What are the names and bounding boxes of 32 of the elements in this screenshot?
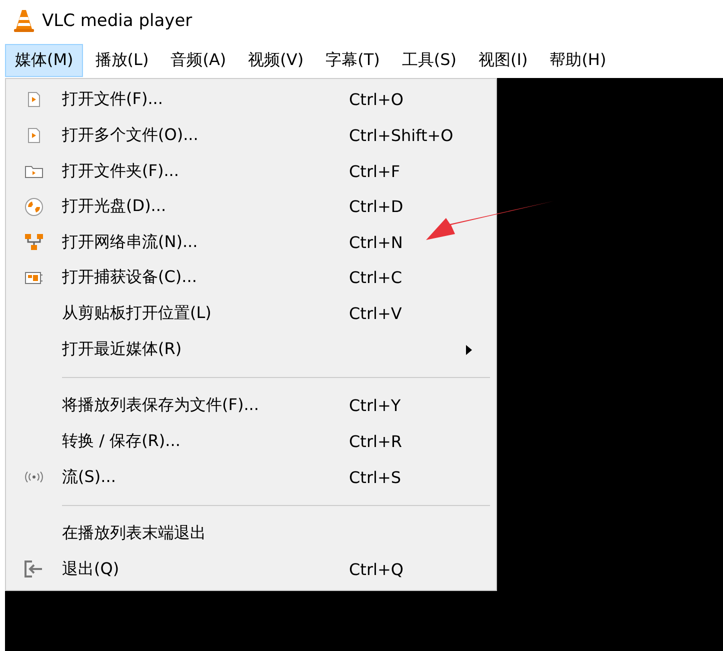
menu-item[interactable]: 转换 / 保存(R)... Ctrl+R <box>6 424 496 460</box>
capture-card-icon <box>24 270 44 286</box>
network-icon <box>24 233 44 252</box>
menu-item[interactable]: 打开文件(F)... Ctrl+O <box>6 82 496 118</box>
menu-item[interactable]: 从剪贴板打开位置(L) Ctrl+V <box>6 296 496 332</box>
menu-bar-item[interactable]: 字幕(T) <box>316 44 390 76</box>
menu-bar-item[interactable]: 音频(A) <box>160 44 236 76</box>
file-icon <box>27 91 41 108</box>
disc-icon <box>24 196 44 217</box>
menu-bar-item[interactable]: 视频(V) <box>238 44 314 76</box>
menu-item[interactable]: 打开最近媒体(R) <box>6 331 496 367</box>
menu-bar-item[interactable]: 工具(S) <box>392 44 466 76</box>
menu-item[interactable]: 打开光盘(D)... Ctrl+D <box>6 188 496 224</box>
menu-item[interactable]: 打开文件夹(F)... Ctrl+F <box>6 153 496 189</box>
folder-icon <box>24 164 44 179</box>
menu-bar-item[interactable]: 媒体(M) <box>5 44 84 76</box>
submenu-arrow-icon <box>466 344 472 355</box>
menu-item[interactable]: 退出(Q) Ctrl+Q <box>6 551 496 588</box>
menu-item[interactable]: 打开捕获设备(C)... Ctrl+C <box>6 260 496 296</box>
file-icon <box>27 126 41 144</box>
menu-bar-item[interactable]: 视图(I) <box>468 44 538 76</box>
menu-item[interactable]: 打开多个文件(O)... Ctrl+Shift+O <box>6 118 496 154</box>
menu-item[interactable]: 打开网络串流(N)... Ctrl+N <box>6 224 496 260</box>
exit-icon <box>24 560 44 578</box>
window-title: VLC media player <box>42 11 192 31</box>
menu-item[interactable]: 流(S)... Ctrl+S <box>6 459 496 495</box>
menu-bar-item[interactable]: 帮助(H) <box>540 44 616 76</box>
menu-item[interactable]: 将播放列表保存为文件(F)... Ctrl+Y <box>6 388 496 424</box>
broadcast-icon <box>23 471 45 484</box>
traffic-cone-icon <box>14 9 34 33</box>
menu-item[interactable]: 在播放列表末端退出 <box>6 516 496 552</box>
menu-bar-item[interactable]: 播放(L) <box>85 44 159 76</box>
